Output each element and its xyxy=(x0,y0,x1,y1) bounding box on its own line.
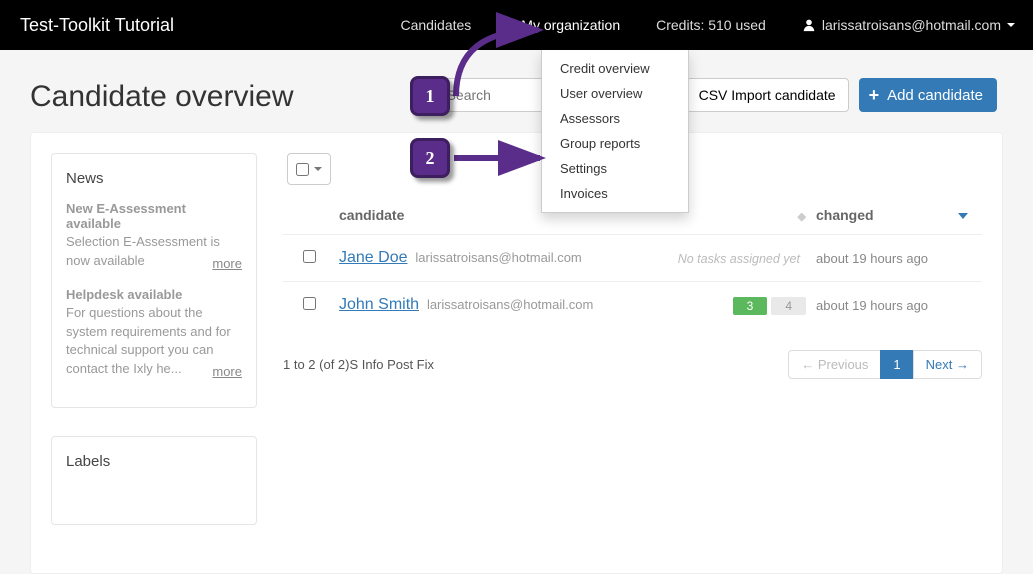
add-candidate-label: Add candidate xyxy=(887,87,983,104)
csv-import-button[interactable]: CSV Import candidate xyxy=(686,78,849,112)
col-changed[interactable]: changed xyxy=(806,207,976,223)
table-row: Jane Doe larissatroisans@hotmail.com No … xyxy=(283,234,982,281)
news-item: Helpdesk available For questions about t… xyxy=(66,287,242,379)
caret-down-icon xyxy=(314,167,322,171)
my-organization-dropdown: Credit overview User overview Assessors … xyxy=(541,50,689,213)
dropdown-assessors[interactable]: Assessors xyxy=(542,106,688,131)
nav-user[interactable]: larissatroisans@hotmail.com xyxy=(784,0,1033,50)
bulk-select[interactable] xyxy=(287,153,331,185)
no-tasks-label: No tasks assigned yet xyxy=(606,252,806,266)
news-more-link[interactable]: more xyxy=(212,256,242,271)
bulk-select-checkbox[interactable] xyxy=(296,163,309,176)
add-candidate-button[interactable]: + Add candidate xyxy=(859,78,997,112)
row-checkbox[interactable] xyxy=(303,297,316,310)
arrow-2 xyxy=(454,150,554,170)
user-icon xyxy=(802,18,816,32)
news-item-title: Helpdesk available xyxy=(66,287,242,302)
news-more-link[interactable]: more xyxy=(212,364,242,379)
dropdown-group-reports[interactable]: Group reports xyxy=(542,131,688,156)
news-heading: News xyxy=(66,170,242,187)
changed-label: about 19 hours ago xyxy=(816,298,928,313)
brand: Test-Toolkit Tutorial xyxy=(0,0,194,50)
sort-icon: ◆ xyxy=(798,211,806,223)
candidate-name-link[interactable]: John Smith xyxy=(339,296,419,313)
right-column: candidate ◆ changed Jane Doe larissatroi… xyxy=(283,153,982,553)
left-column: News New E-Assessment available Selectio… xyxy=(51,153,257,553)
content-card: News New E-Assessment available Selectio… xyxy=(30,132,1003,574)
nav-credits[interactable]: Credits: 510 used xyxy=(638,0,784,50)
dropdown-settings[interactable]: Settings xyxy=(542,156,688,181)
dropdown-user-overview[interactable]: User overview xyxy=(542,81,688,106)
row-checkbox[interactable] xyxy=(303,250,316,263)
news-item-title: New E-Assessment available xyxy=(66,201,242,231)
callout-2: 2 xyxy=(410,138,450,178)
page-next[interactable]: Next → xyxy=(913,350,982,379)
tasks-pending-badge[interactable]: 4 xyxy=(771,297,806,315)
table-footer: 1 to 2 (of 2)S Info Post Fix ← Previous … xyxy=(283,350,982,379)
col-changed-label: changed xyxy=(816,207,874,223)
page-prev[interactable]: ← Previous xyxy=(788,350,881,379)
callout-1: 1 xyxy=(410,76,450,116)
page-1[interactable]: 1 xyxy=(880,350,913,379)
pagination: ← Previous 1 Next → xyxy=(789,350,982,379)
tasks-done-badge[interactable]: 3 xyxy=(733,297,768,315)
changed-label: about 19 hours ago xyxy=(816,251,928,266)
nav-user-label: larissatroisans@hotmail.com xyxy=(822,17,1001,33)
labels-heading: Labels xyxy=(66,453,242,470)
arrow-1 xyxy=(452,26,562,106)
news-panel: News New E-Assessment available Selectio… xyxy=(51,153,257,408)
sort-desc-icon xyxy=(958,213,968,219)
dropdown-invoices[interactable]: Invoices xyxy=(542,181,688,206)
dropdown-credit-overview[interactable]: Credit overview xyxy=(542,56,688,81)
news-item: New E-Assessment available Selection E-A… xyxy=(66,201,242,271)
table-row: John Smith larissatroisans@hotmail.com 3… xyxy=(283,281,982,328)
plus-icon: + xyxy=(869,86,880,104)
caret-down-icon xyxy=(1007,23,1015,27)
candidate-email: larissatroisans@hotmail.com xyxy=(415,250,581,265)
candidate-email: larissatroisans@hotmail.com xyxy=(427,297,593,312)
candidate-name-link[interactable]: Jane Doe xyxy=(339,249,408,266)
range-info: 1 to 2 (of 2)S Info Post Fix xyxy=(283,357,434,372)
